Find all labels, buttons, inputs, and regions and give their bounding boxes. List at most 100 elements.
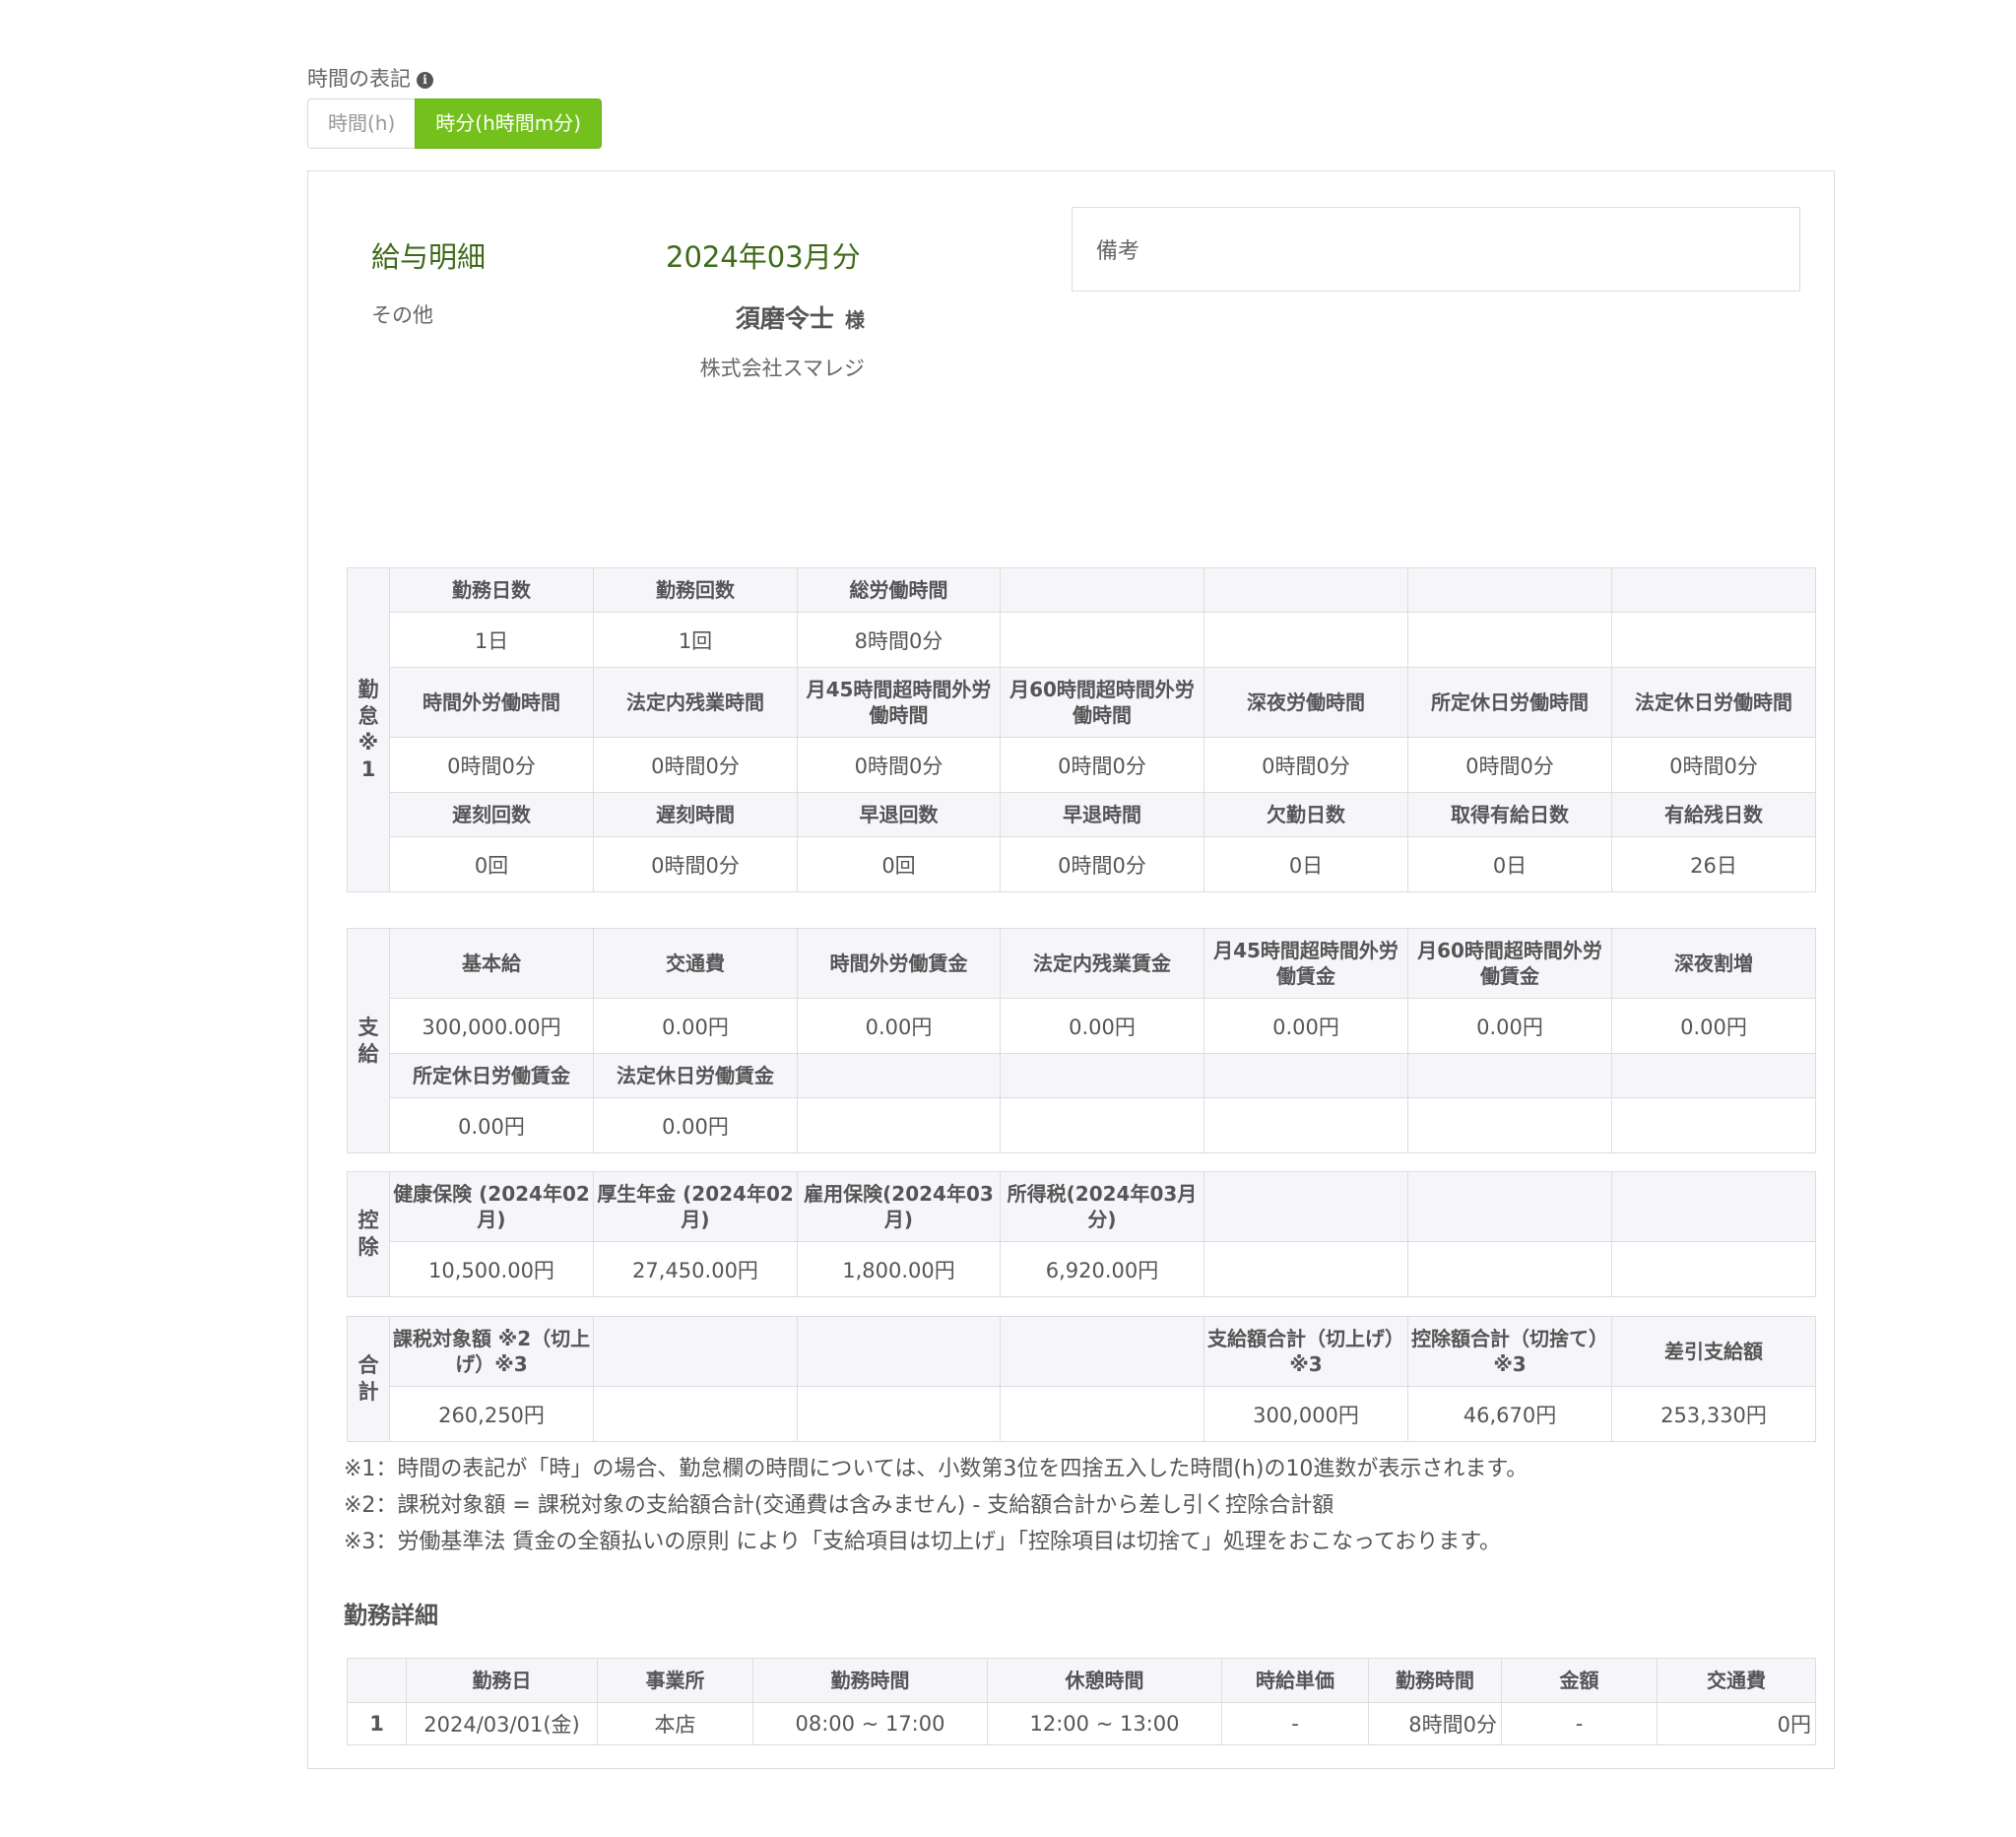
table-header — [1000, 1053, 1204, 1098]
table-header: 交通費 — [593, 928, 798, 999]
table-cell: 0回 — [797, 836, 1001, 892]
table-header: 支給額合計（切上げ）※3 — [1203, 1316, 1408, 1387]
table-header: 所定休日労働賃金 — [389, 1053, 594, 1098]
table-header — [1000, 567, 1204, 613]
toggle-hm-button[interactable]: 時分(h時間m分) — [415, 98, 603, 149]
remarks-box: 備考 — [1072, 207, 1800, 292]
table-cell — [797, 1386, 1001, 1442]
row-number: 1 — [347, 1702, 407, 1745]
table-header: 所定休日労働時間 — [1407, 667, 1612, 738]
table-cell: 0.00円 — [1000, 998, 1204, 1054]
payslip-title: 給与明細 — [371, 240, 487, 274]
table-header — [797, 1053, 1001, 1098]
table-cell: 0時間0分 — [1611, 737, 1816, 793]
attendance-table: 勤怠※1 勤務日数 勤務回数 総労働時間 1日 1回 8時間0分 時間外労働時間… — [347, 567, 1816, 892]
table-header — [1611, 567, 1816, 613]
table-cell: 27,450.00円 — [593, 1241, 798, 1297]
table-cell — [1407, 1241, 1612, 1297]
table-header — [593, 1316, 798, 1387]
table-cell: 0.00円 — [1611, 998, 1816, 1054]
payment-side-label: 支給 — [347, 928, 390, 1153]
table-cell — [1611, 1097, 1816, 1153]
table-cell: - — [1501, 1702, 1658, 1745]
table-header: 勤務時間 — [1368, 1658, 1502, 1703]
table-cell — [1000, 1386, 1204, 1442]
table-cell: 1日 — [389, 612, 594, 668]
table-header — [1407, 1053, 1612, 1098]
table-header: 有給残日数 — [1611, 792, 1816, 837]
table-header: 法定内残業賃金 — [1000, 928, 1204, 999]
table-header: 深夜割増 — [1611, 928, 1816, 999]
toggle-hours-button[interactable]: 時間(h) — [307, 98, 416, 149]
table-cell — [1203, 1241, 1408, 1297]
table-header: 交通費 — [1657, 1658, 1816, 1703]
table-cell: 0時間0分 — [797, 737, 1001, 793]
table-cell — [1203, 1097, 1408, 1153]
footnote-2: ※2：課税対象額 = 課税対象の支給額合計(交通費は含みません) - 支給額合計… — [344, 1493, 1334, 1518]
table-header: 控除額合計（切捨て）※3 — [1407, 1316, 1612, 1387]
table-cell: 0時間0分 — [1203, 737, 1408, 793]
table-header: 休憩時間 — [987, 1658, 1222, 1703]
table-cell — [1611, 612, 1816, 668]
table-header: 法定休日労働時間 — [1611, 667, 1816, 738]
table-cell: 300,000円 — [1203, 1386, 1408, 1442]
table-header: 勤務回数 — [593, 567, 798, 613]
table-header: 所得税(2024年03月分) — [1000, 1171, 1204, 1242]
company-name: 株式会社スマレジ — [699, 357, 865, 380]
table-cell: 10,500.00円 — [389, 1241, 594, 1297]
time-format-label: 時間の表記 i — [307, 63, 433, 93]
table-header: 遅刻時間 — [593, 792, 798, 837]
table-cell: 46,670円 — [1407, 1386, 1612, 1442]
table-cell: 0.00円 — [593, 1097, 798, 1153]
table-cell: 0時間0分 — [1000, 836, 1204, 892]
table-header: 月60時間超時間外労働賃金 — [1407, 928, 1612, 999]
table-header: 月60時間超時間外労働時間 — [1000, 667, 1204, 738]
table-cell: 0回 — [389, 836, 594, 892]
table-header: 早退回数 — [797, 792, 1001, 837]
table-header: 時間外労働賃金 — [797, 928, 1001, 999]
table-header: 基本給 — [389, 928, 594, 999]
table-cell: 本店 — [597, 1702, 753, 1745]
info-icon[interactable]: i — [417, 72, 433, 89]
remarks-label: 備考 — [1096, 239, 1140, 264]
table-header — [1203, 1053, 1408, 1098]
table-cell — [1203, 612, 1408, 668]
table-header — [1203, 1171, 1408, 1242]
table-cell: 26日 — [1611, 836, 1816, 892]
table-header: 事業所 — [597, 1658, 753, 1703]
table-header — [1611, 1171, 1816, 1242]
total-table: 合計 課税対象額 ※2（切上げ）※3 支給額合計（切上げ）※3 控除額合計（切捨… — [347, 1316, 1816, 1442]
table-cell: 6,920.00円 — [1000, 1241, 1204, 1297]
payslip-period: 2024年03月分 — [666, 240, 861, 274]
payment-table: 支給 基本給 交通費 時間外労働賃金 法定内残業賃金 月45時間超時間外労働賃金… — [347, 928, 1816, 1153]
table-cell: 0円 — [1657, 1702, 1816, 1745]
table-header: 法定休日労働賃金 — [593, 1053, 798, 1098]
total-side-label: 合計 — [347, 1316, 390, 1442]
table-cell: 0時間0分 — [1000, 737, 1204, 793]
table-header: 総労働時間 — [797, 567, 1001, 613]
table-header — [1611, 1053, 1816, 1098]
table-cell — [1407, 612, 1612, 668]
table-cell: 0時間0分 — [593, 836, 798, 892]
table-header: 勤務日 — [406, 1658, 598, 1703]
table-header — [347, 1658, 407, 1703]
table-cell: 0時間0分 — [389, 737, 594, 793]
attendance-side-label: 勤怠※1 — [347, 567, 390, 892]
table-cell: 0.00円 — [389, 1097, 594, 1153]
table-header: 時間外労働時間 — [389, 667, 594, 738]
table-cell: 0日 — [1407, 836, 1612, 892]
deduction-side-label: 控除 — [347, 1171, 390, 1297]
table-header: 勤務時間 — [752, 1658, 988, 1703]
work-detail-title: 勤務詳細 — [344, 1602, 438, 1629]
footnote-1: ※1：時間の表記が「時」の場合、勤怠欄の時間については、小数第3位を四捨五入した… — [344, 1457, 1528, 1481]
table-header: 法定内残業時間 — [593, 667, 798, 738]
footnote-3: ※3：労働基準法 賃金の全額払いの原則 により「支給項目は切上げ」「控除項目は切… — [344, 1530, 1502, 1554]
deduction-table: 控除 健康保険 (2024年02月) 厚生年金 (2024年02月) 雇用保険(… — [347, 1171, 1816, 1297]
table-cell: - — [1221, 1702, 1369, 1745]
table-header: 雇用保険(2024年03月) — [797, 1171, 1001, 1242]
table-cell: 8時間0分 — [797, 612, 1001, 668]
table-header: 差引支給額 — [1611, 1316, 1816, 1387]
table-cell: 300,000.00円 — [389, 998, 594, 1054]
table-header: 課税対象額 ※2（切上げ）※3 — [389, 1316, 594, 1387]
table-header: 勤務日数 — [389, 567, 594, 613]
